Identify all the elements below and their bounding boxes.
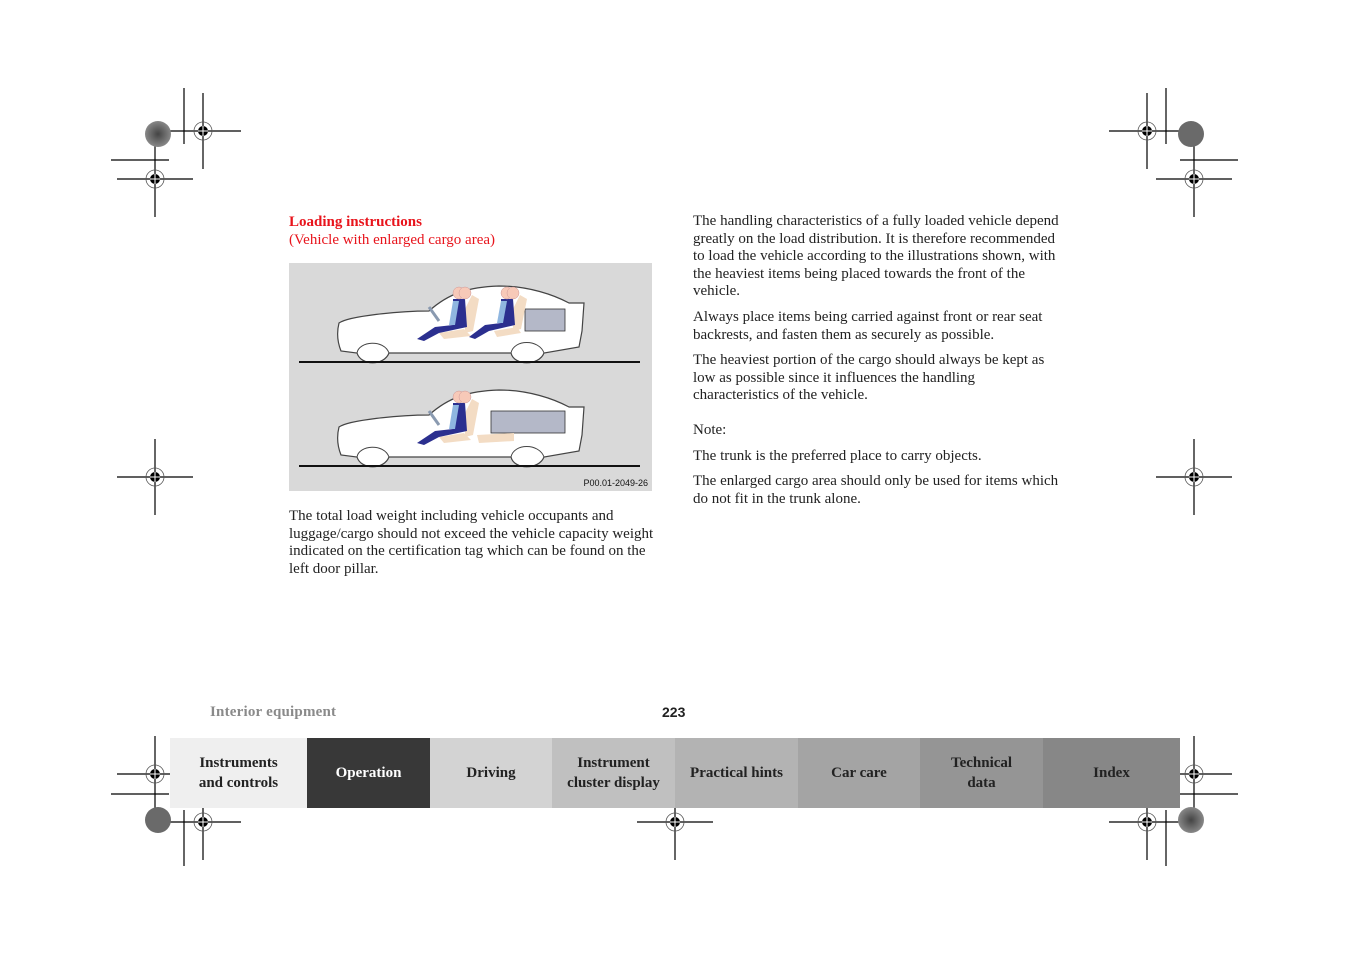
registration-target-icon: [116, 438, 194, 516]
tab-label: Instruments: [199, 755, 278, 771]
color-star-target-icon: [145, 807, 171, 833]
car-rear-seat-up: [299, 285, 640, 364]
tab-label: data: [967, 775, 996, 791]
load-weight-paragraph: The total load weight including vehicle …: [289, 508, 654, 577]
car-illustrations: [299, 285, 640, 468]
tab-driving[interactable]: Driving: [430, 738, 552, 808]
tab-instruments-and-controls[interactable]: Instruments and controls: [170, 738, 307, 808]
paragraph: Always place items being carried against…: [693, 308, 1043, 343]
tab-car-care[interactable]: Car care: [798, 738, 920, 808]
tab-label: Operation: [335, 765, 402, 781]
color-star-target-icon: [1178, 807, 1204, 833]
paragraph: The handling characteristics of a fully …: [693, 213, 1059, 300]
tab-label: Technical: [950, 755, 1013, 771]
heading-subtitle: (Vehicle with enlarged cargo area): [289, 232, 496, 248]
paragraph: The heaviest portion of the cargo should…: [693, 352, 1045, 404]
tab-instrument-cluster-display[interactable]: Instrument cluster display: [552, 738, 675, 808]
registration-target-icon: [1155, 438, 1233, 516]
tab-technical-data[interactable]: Technical data: [920, 738, 1043, 808]
registration-target-icon: [1155, 140, 1233, 218]
note-label: Note:: [693, 421, 727, 438]
car-rear-seat-folded: [299, 389, 640, 468]
tab-operation[interactable]: Operation: [307, 738, 430, 808]
figure-code: P00.01-2049-26: [583, 478, 648, 488]
color-star-target-icon: [145, 121, 171, 147]
print-registration-marks: [111, 88, 1238, 866]
tab-label: Car care: [831, 765, 887, 781]
heading-title: Loading instructions: [289, 214, 422, 230]
tab-label: Practical hints: [690, 765, 783, 781]
registration-target-icon: [116, 140, 194, 218]
tab-label: Index: [1093, 765, 1130, 781]
footer-section-name: Interior equipment: [210, 704, 337, 720]
crop-mark-top-left: [111, 88, 185, 161]
color-star-target-icon: [1178, 121, 1204, 147]
tab-practical-hints[interactable]: Practical hints: [675, 738, 798, 808]
chapter-tabs: Instruments and controls Operation Drivin…: [170, 738, 1180, 808]
note-paragraph: The trunk is the preferred place to carr…: [693, 447, 982, 464]
loading-illustration: P00.01-2049-26: [289, 263, 652, 491]
tab-label: Driving: [466, 765, 516, 781]
section-heading: Loading instructions (Vehicle with enlar…: [289, 213, 495, 249]
registration-target-icon: [1108, 92, 1186, 170]
crop-mark-top-right: [1165, 88, 1238, 161]
right-column: The handling characteristics of a fully …: [693, 213, 1063, 516]
tab-index[interactable]: Index: [1043, 738, 1180, 808]
registration-target-icon: [164, 92, 242, 170]
tab-label: Instrument: [577, 755, 650, 771]
page-number: 223: [662, 704, 686, 720]
tab-label: cluster display: [567, 775, 660, 791]
note-paragraph: The enlarged cargo area should only be u…: [693, 473, 1059, 507]
tab-label: and controls: [198, 775, 279, 791]
